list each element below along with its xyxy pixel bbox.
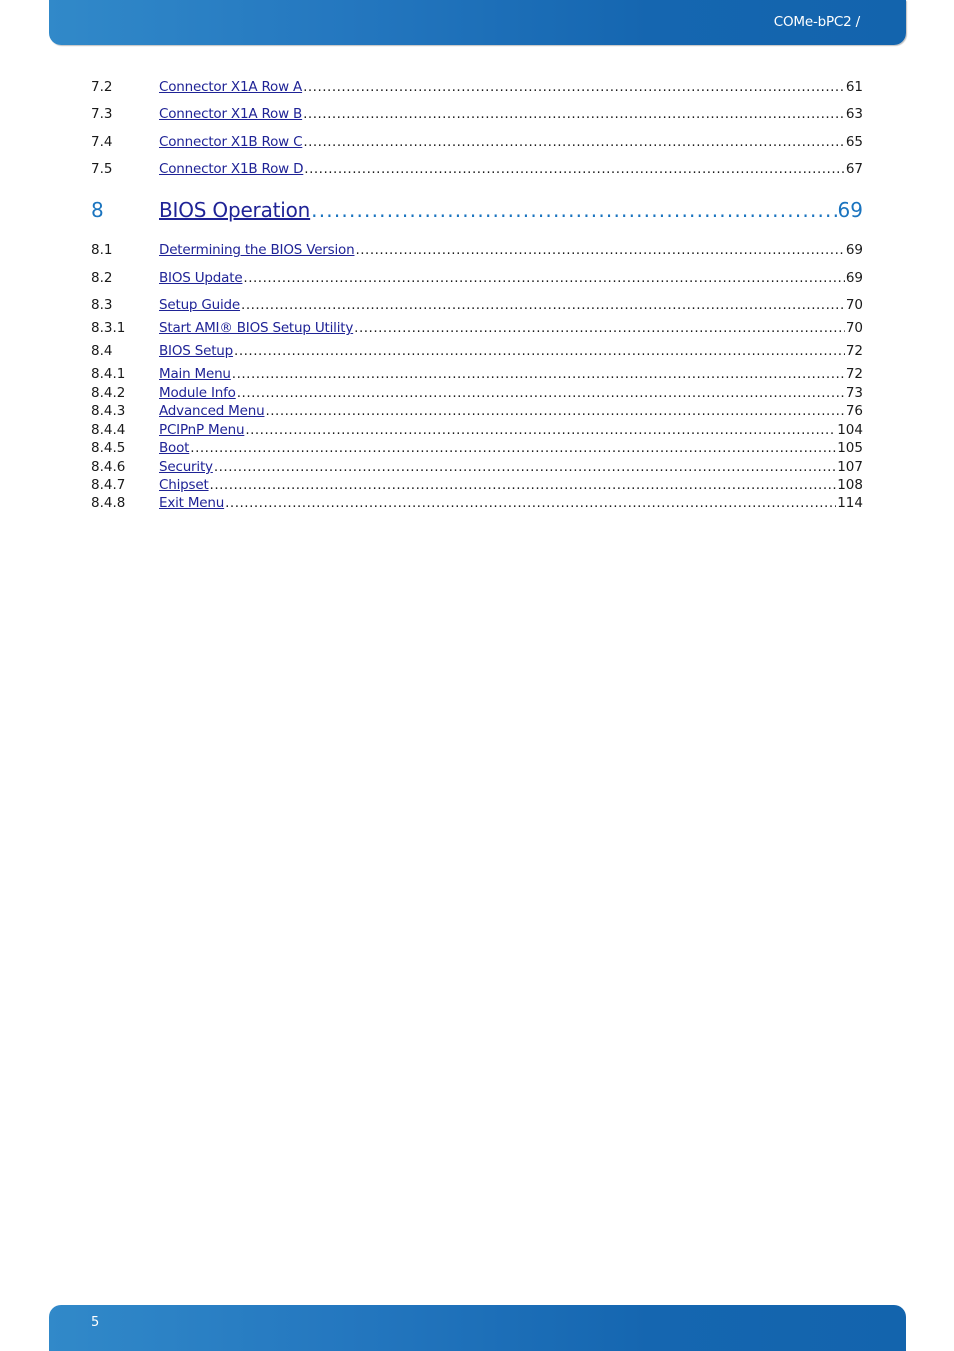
- toc-entry-link[interactable]: Exit Menu: [159, 495, 224, 511]
- toc-entry: 7.5 Connector X1B Row D 67: [91, 161, 863, 177]
- toc-leader-dots: [190, 440, 836, 456]
- toc-leader-dots: [311, 198, 836, 222]
- toc-entry-link[interactable]: Start AMI® BIOS Setup Utility: [159, 320, 353, 336]
- toc-entry-number: 8.4.8: [91, 495, 126, 511]
- toc-entry-link[interactable]: Boot: [159, 440, 189, 456]
- toc-entry-page: 114: [837, 495, 863, 511]
- toc-entry-link[interactable]: Advanced Menu: [159, 403, 265, 419]
- toc-entry: 8.4.6 Security 107: [91, 459, 863, 475]
- toc-entry-page: 65: [845, 134, 863, 150]
- toc-leader-dots: [354, 320, 845, 336]
- toc-entry-link[interactable]: Main Menu: [159, 366, 231, 382]
- toc-entry-page: 69: [845, 242, 863, 258]
- toc-entry-link[interactable]: BIOS Setup: [159, 343, 233, 359]
- toc-entry: 8.2 BIOS Update 69: [91, 270, 863, 286]
- toc-entry-link[interactable]: Security: [159, 459, 213, 475]
- toc-leader-dots: [303, 79, 845, 95]
- toc-entry-number: 8.4.7: [91, 477, 126, 493]
- document-title: COMe-bPC2 /: [773, 14, 860, 30]
- toc-entry: 8.3.1 Start AMI® BIOS Setup Utility 70: [91, 320, 863, 336]
- toc-entry: 7.2 Connector X1A Row A 61: [91, 79, 863, 95]
- toc-entry-link[interactable]: Setup Guide: [159, 297, 240, 313]
- toc-entry-page: 70: [845, 297, 863, 313]
- toc-leader-dots: [303, 106, 845, 122]
- toc-entry-number: 8.4.4: [91, 422, 126, 438]
- toc-entry-number: 8.4.6: [91, 459, 126, 475]
- toc-chapter-number: 8: [91, 198, 104, 222]
- toc-entry-number: 7.4: [91, 134, 113, 150]
- toc-entry-page: 67: [845, 161, 863, 177]
- toc-entry-page: 104: [837, 422, 863, 438]
- toc-entry: 7.4 Connector X1B Row C 65: [91, 134, 863, 150]
- toc-entry-link[interactable]: PCIPnP Menu: [159, 422, 245, 438]
- toc-entry-link[interactable]: Determining the BIOS Version: [159, 242, 355, 258]
- toc-entry-number: 8.3: [91, 297, 113, 313]
- toc-entry-number: 7.5: [91, 161, 113, 177]
- toc-entry-number: 8.4: [91, 343, 113, 359]
- toc-entry-page: 76: [845, 403, 863, 419]
- toc-entry: 8.4 BIOS Setup 72: [91, 343, 863, 359]
- toc-leader-dots: [265, 403, 844, 419]
- toc-entry-page: 70: [845, 320, 863, 336]
- toc-leader-dots: [234, 343, 845, 359]
- toc-entry: 7.3 Connector X1A Row B 63: [91, 106, 863, 122]
- toc-entry: 8.4.3 Advanced Menu 76: [91, 403, 863, 419]
- page-header-bar: COMe-bPC2 /: [49, 0, 906, 45]
- toc-leader-dots: [355, 242, 844, 258]
- toc-chapter-page: 69: [837, 198, 863, 222]
- toc-entry-number: 8.4.5: [91, 440, 126, 456]
- toc-entry-page: 73: [845, 385, 863, 401]
- toc-entry-link[interactable]: Module Info: [159, 385, 236, 401]
- toc-entry: 8.4.4 PCIPnP Menu 104: [91, 422, 863, 438]
- toc-entry-link[interactable]: Connector X1B Row C: [159, 134, 303, 150]
- toc-leader-dots: [214, 459, 836, 475]
- toc-entry: 8.4.8 Exit Menu 114: [91, 495, 863, 511]
- toc-entry-number: 7.2: [91, 79, 113, 95]
- toc-entry: 8.1 Determining the BIOS Version 69: [91, 242, 863, 258]
- toc-leader-dots: [241, 297, 845, 313]
- toc-leader-dots: [237, 385, 845, 401]
- toc-entry-link[interactable]: Chipset: [159, 477, 209, 493]
- toc-chapter-entry: 8 BIOS Operation 69: [91, 198, 863, 222]
- toc-entry-page: 69: [845, 270, 863, 286]
- toc-entry-number: 8.2: [91, 270, 113, 286]
- toc-entry-link[interactable]: Connector X1A Row A: [159, 79, 302, 95]
- toc-entry-number: 8.3.1: [91, 320, 126, 336]
- toc-entry-number: 8.1: [91, 242, 113, 258]
- toc-entry-link[interactable]: BIOS Update: [159, 270, 243, 286]
- toc-entry: 8.4.1 Main Menu 72: [91, 366, 863, 382]
- page-number: 5: [91, 1315, 100, 1330]
- toc-entry-link[interactable]: Connector X1B Row D: [159, 161, 303, 177]
- toc-entry: 8.3 Setup Guide 70: [91, 297, 863, 313]
- toc-entry-link[interactable]: Connector X1A Row B: [159, 106, 302, 122]
- toc-leader-dots: [304, 161, 845, 177]
- toc-entry: 8.4.5 Boot 105: [91, 440, 863, 456]
- toc-entry-page: 72: [845, 366, 863, 382]
- toc-entry: 8.4.2 Module Info 73: [91, 385, 863, 401]
- toc-entry-number: 8.4.3: [91, 403, 126, 419]
- toc-entry-page: 105: [837, 440, 863, 456]
- toc-entry-page: 107: [837, 459, 863, 475]
- toc-entry-number: 8.4.2: [91, 385, 126, 401]
- toc-entry-page: 108: [837, 477, 863, 493]
- toc-leader-dots: [303, 134, 845, 150]
- toc-leader-dots: [225, 495, 836, 511]
- toc-entry-page: 72: [845, 343, 863, 359]
- toc-chapter-link[interactable]: BIOS Operation: [159, 198, 310, 222]
- toc-leader-dots: [232, 366, 845, 382]
- toc-leader-dots: [210, 477, 837, 493]
- page-footer-bar: 5: [49, 1305, 906, 1351]
- toc-leader-dots: [243, 270, 844, 286]
- toc-entry-page: 63: [845, 106, 863, 122]
- toc-entry-page: 61: [845, 79, 863, 95]
- toc-leader-dots: [245, 422, 836, 438]
- toc-entry-number: 8.4.1: [91, 366, 126, 382]
- toc-entry-number: 7.3: [91, 106, 113, 122]
- toc-entry: 8.4.7 Chipset 108: [91, 477, 863, 493]
